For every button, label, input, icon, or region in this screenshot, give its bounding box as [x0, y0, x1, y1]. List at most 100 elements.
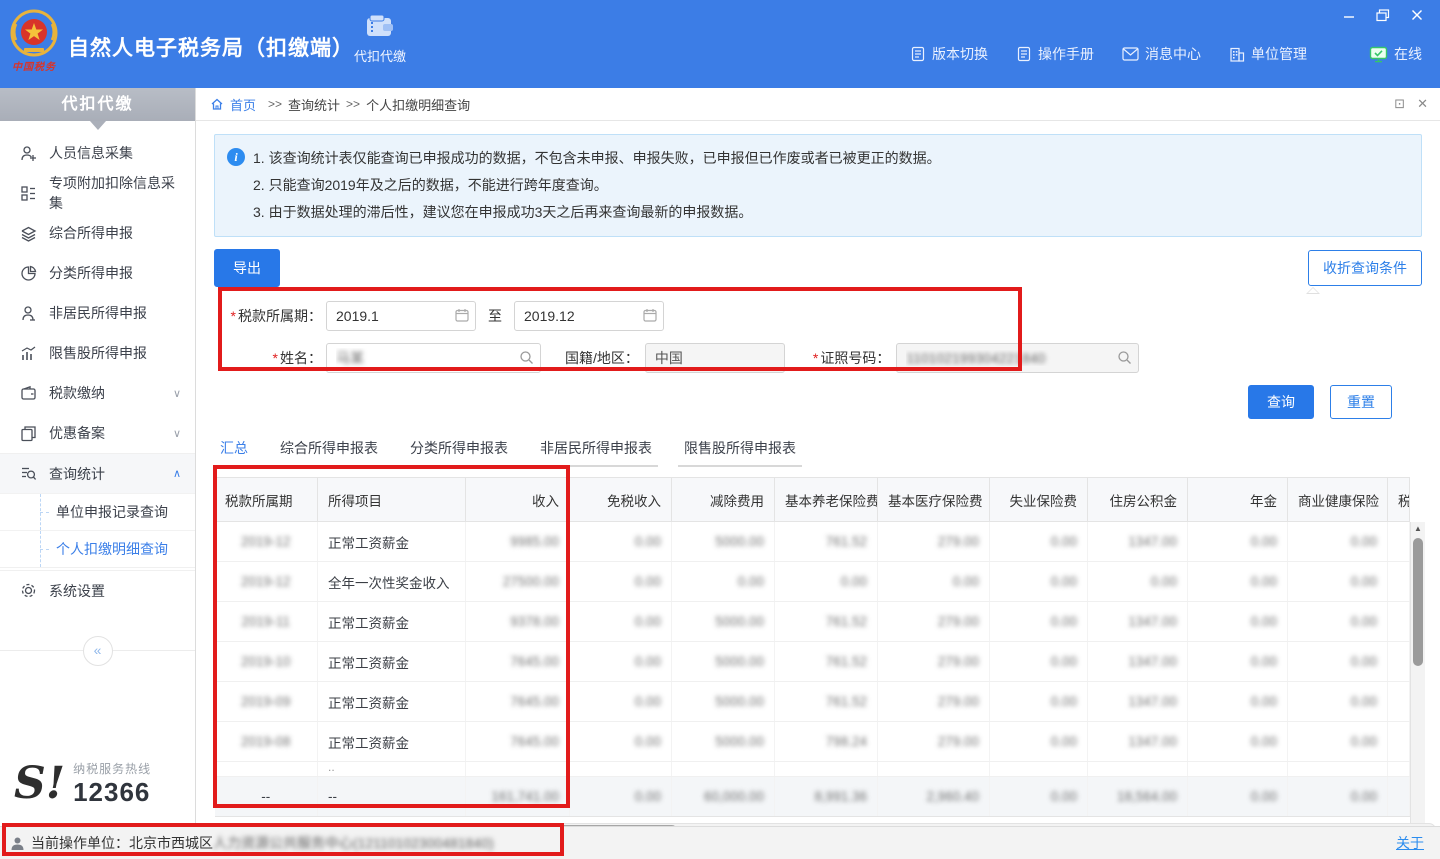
table-cell: 0.00 — [990, 562, 1088, 602]
tab-withholding-module[interactable]: 代扣代缴 — [344, 13, 416, 65]
collapse-filters-button[interactable]: 收折查询条件 — [1308, 250, 1422, 286]
wallet-small-icon — [20, 385, 37, 402]
sidebar-subitem-personal-withholding-detail-query[interactable]: 个人扣缴明细查询 — [0, 530, 195, 567]
close-button[interactable] — [1408, 6, 1426, 24]
sidebar-subitem-unit-declaration-query[interactable]: 单位申报记录查询 — [0, 493, 195, 530]
vertical-scrollbar[interactable]: ▲ ▼ — [1410, 522, 1425, 858]
online-status[interactable]: 在线 — [1369, 44, 1422, 64]
sidebar-item-classified-income[interactable]: 分类所得申报 — [0, 253, 195, 293]
col-header-unemployment: 失业保险费 — [990, 478, 1088, 522]
emblem-caption: 中国税务 — [8, 58, 60, 73]
notice-box: i 1. 该查询统计表仅能查询已申报成功的数据，不包含未申报、申报失败，已申报但… — [214, 134, 1422, 237]
query-button[interactable]: 查询 — [1248, 385, 1314, 419]
envelope-icon — [1122, 47, 1139, 61]
sidebar-item-label: 优惠备案 — [49, 423, 161, 443]
sidebar-item-query-statistics[interactable]: 查询统计 ∧ — [0, 453, 195, 493]
table-cell: 0.00 — [1188, 777, 1288, 817]
table-cell: 5000.00 — [672, 602, 775, 642]
table-cell: 798.24 — [775, 722, 878, 762]
tab-classified-income[interactable]: 分类所得申报表 — [404, 431, 514, 467]
menu-version-label: 版本切换 — [932, 44, 988, 64]
sidebar-item-tax-payment[interactable]: 税款缴纳 ∨ — [0, 373, 195, 413]
table-row[interactable]: 2019-11正常工资薪金9378.000.005000.00761.52279… — [215, 602, 1410, 642]
sidebar-item-preferential-filing[interactable]: 优惠备案 ∨ — [0, 413, 195, 453]
sidebar-collapse-row: « — [0, 636, 195, 666]
table-cell: 正常工资薪金 — [318, 602, 466, 642]
table-cell: 0.00 — [775, 562, 878, 602]
table-cell: 0.00 — [1188, 642, 1288, 682]
main-content: 首页 >> 查询统计 >> 个人扣缴明细查询 ⊡ ✕ i 1. 该查询统计表仅能… — [196, 88, 1440, 826]
col-header-housing-fund: 住房公积金 — [1088, 478, 1188, 522]
table-cell: 9985.00 — [466, 522, 570, 562]
sidebar-item-system-settings[interactable]: 系统设置 — [0, 570, 195, 610]
sidebar-item-restricted-shares[interactable]: 限售股所得申报 — [0, 333, 195, 373]
scroll-up-arrow[interactable]: ▲ — [1411, 524, 1425, 533]
sidebar-item-special-deduction[interactable]: 专项附加扣除信息采集 — [0, 173, 195, 213]
about-link[interactable]: 关于 — [1396, 833, 1424, 853]
table-cell: 正常工资薪金 — [318, 522, 466, 562]
table-cell: 27500.00 — [466, 562, 570, 602]
table-row[interactable]: 2019-12正常工资薪金9985.000.005000.00761.52279… — [215, 522, 1410, 562]
table-cell: 全年一次性奖金收入 — [318, 562, 466, 602]
vertical-scroll-thumb[interactable] — [1413, 538, 1423, 666]
panel-maximize-icon[interactable]: ⊡ — [1394, 96, 1405, 112]
table-cell — [672, 762, 775, 777]
period-to-label: 至 — [488, 306, 502, 326]
sidebar-item-label: 税款缴纳 — [49, 383, 161, 403]
sidebar-item-nonresident-income[interactable]: 非居民所得申报 — [0, 293, 195, 333]
table-row[interactable]: 2019-08正常工资薪金7645.000.005000.00798.24279… — [215, 722, 1410, 762]
result-tabs: 汇总 综合所得申报表 分类所得申报表 非居民所得申报表 限售股所得申报表 — [214, 431, 1422, 468]
menu-version-switch[interactable]: 版本切换 — [910, 44, 988, 64]
table-cell: 1347.00 — [1088, 522, 1188, 562]
nationality-input[interactable] — [645, 343, 785, 373]
minimize-button[interactable] — [1340, 6, 1358, 24]
period-from-input[interactable] — [326, 301, 476, 331]
table-cell — [878, 762, 990, 777]
table-cell: 60,000.00 — [672, 777, 775, 817]
col-header-income-item: 所得项目 — [318, 478, 466, 522]
id-number-input[interactable] — [896, 343, 1139, 373]
table-cell: 0.00 — [672, 562, 775, 602]
menu-manual[interactable]: 操作手册 — [1016, 44, 1094, 64]
sidebar-item-personnel-info[interactable]: 人员信息采集 — [0, 133, 195, 173]
tab-summary[interactable]: 汇总 — [214, 431, 254, 467]
breadcrumb-level1[interactable]: 查询统计 — [288, 95, 340, 114]
table-cell: 正常工资薪金 — [318, 722, 466, 762]
hotline-logo: S! 纳税服务热线 12366 — [0, 760, 196, 808]
table-row[interactable]: 2019-09正常工资薪金7645.000.005000.00761.52279… — [215, 682, 1410, 722]
tab-comprehensive-income[interactable]: 综合所得申报表 — [274, 431, 384, 467]
sidebar-collapse-button[interactable]: « — [83, 636, 113, 666]
table-cell: 1347.00 — [1088, 722, 1188, 762]
tab-nonresident-income[interactable]: 非居民所得申报表 — [534, 431, 658, 467]
table-cell: 0.00 — [570, 777, 672, 817]
restore-button[interactable] — [1374, 6, 1392, 24]
panel-close-icon[interactable]: ✕ — [1417, 96, 1428, 112]
results-table-zone: 税款所属期 所得项目 收入 免税收入 减除费用 基本养老保险费 基本医疗保险费 … — [214, 477, 1425, 817]
period-to-input[interactable] — [514, 301, 664, 331]
menu-org-management[interactable]: 单位管理 — [1229, 44, 1307, 64]
export-button[interactable]: 导出 — [214, 249, 280, 287]
table-cell — [1188, 762, 1288, 777]
table-row[interactable]: 2019-10正常工资薪金7645.000.005000.00761.52279… — [215, 642, 1410, 682]
table-cell: 279.00 — [878, 522, 990, 562]
tab-restricted-shares[interactable]: 限售股所得申报表 — [678, 431, 802, 467]
user-icon — [20, 305, 37, 322]
table-cell — [1388, 602, 1410, 642]
name-input[interactable] — [326, 343, 541, 373]
table-cell: 0.00 — [570, 642, 672, 682]
table-cell: 0.00 — [1288, 642, 1388, 682]
table-cell: 0.00 — [1288, 682, 1388, 722]
breadcrumb-home-link[interactable]: 首页 — [230, 95, 256, 114]
table-row[interactable]: 2019-12全年一次性奖金收入27500.000.000.000.000.00… — [215, 562, 1410, 602]
table-partial-row[interactable]: .. — [215, 762, 1410, 777]
sidebar-item-label: 查询统计 — [49, 464, 161, 484]
id-number-label: *证照号码： — [813, 348, 890, 368]
reset-button[interactable]: 重置 — [1330, 385, 1392, 419]
sidebar-item-comprehensive-income[interactable]: 综合所得申报 — [0, 213, 195, 253]
table-summary-row[interactable]: ----161,741.000.0060,000.008,991.362,960… — [215, 777, 1410, 817]
menu-message-center[interactable]: 消息中心 — [1122, 44, 1201, 64]
table-cell: 0.00 — [570, 602, 672, 642]
table-cell: 5000.00 — [672, 682, 775, 722]
table-cell: 161,741.00 — [466, 777, 570, 817]
sidebar-menu: 人员信息采集 专项附加扣除信息采集 综合所得申报 分类所得申报 非居民所得申报 … — [0, 133, 195, 666]
